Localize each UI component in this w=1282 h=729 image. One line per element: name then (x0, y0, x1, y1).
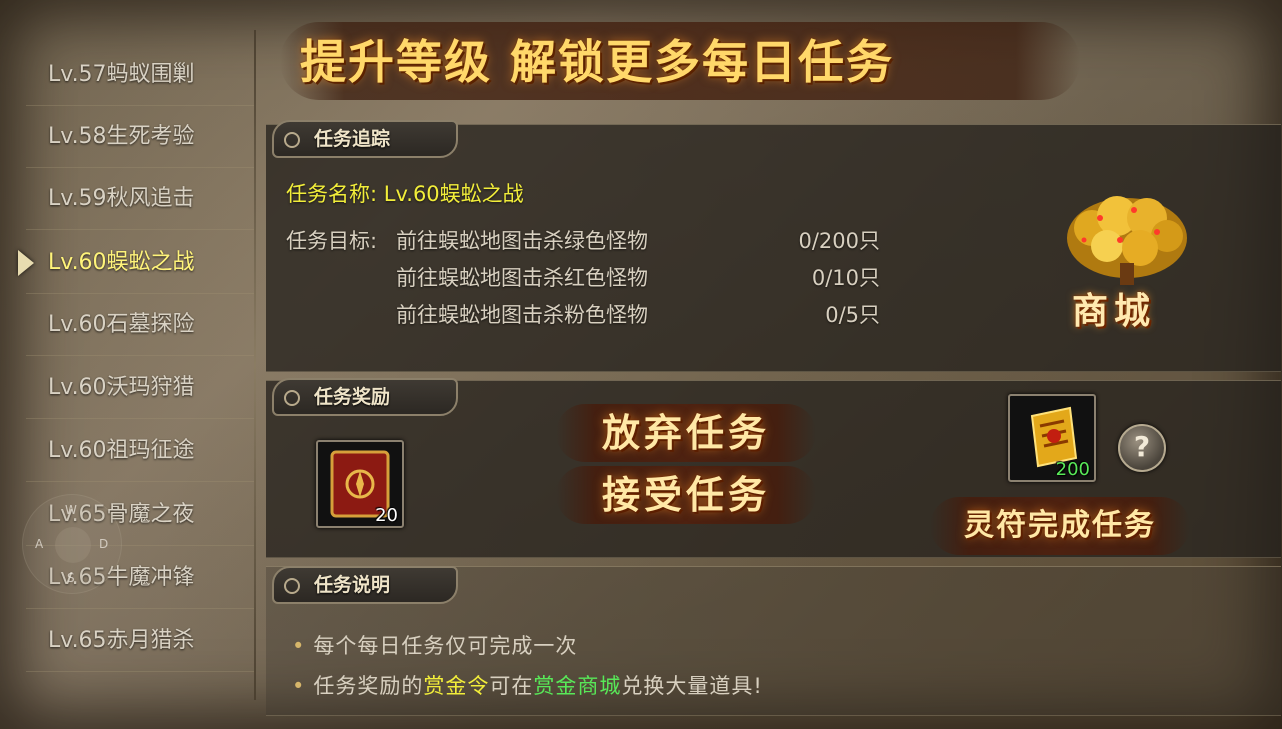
selected-arrow-icon (18, 250, 34, 276)
joystick-key-left: A (35, 537, 44, 551)
gold-tree-icon[interactable] (1062, 188, 1192, 288)
task-list-item[interactable]: Lv.58生死考验 (26, 106, 254, 168)
task-list-item[interactable]: Lv.59秋风追击 (26, 168, 254, 230)
tab-task-tracking: 任务追踪 (272, 120, 458, 158)
task-name-label: 任务名称: (286, 182, 384, 206)
bounty-shop-highlight: 赏金商城 (533, 674, 622, 698)
goal-count: 0/200只 (798, 229, 880, 253)
task-list-item[interactable]: Lv.57蚂蚁围剿 (26, 44, 254, 106)
talisman-count: 200 (1055, 459, 1090, 480)
shop-button-label[interactable]: 商城 (1072, 282, 1178, 334)
goal-count: 0/10只 (811, 266, 880, 290)
tab-task-description: 任务说明 (272, 566, 458, 604)
goal-text: 前往蜈蚣地图击杀粉色怪物 (396, 303, 648, 327)
task-list-item[interactable]: Lv.60沃玛狩猎 (26, 357, 254, 419)
description-text: 可在 (489, 674, 534, 698)
tab-label: 任务奖励 (314, 386, 391, 408)
task-goal-label: 任务目标: (286, 229, 378, 253)
task-list-item-active[interactable]: Lv.60蜈蚣之战 (18, 232, 254, 294)
reward-item-count: 20 (375, 505, 398, 526)
description-text: 每个每日任务仅可完成一次 (313, 634, 578, 658)
task-list-item-label: Lv.60蜈蚣之战 (48, 250, 195, 275)
joystick-key-right: D (99, 537, 109, 551)
joystick-key-up: W (65, 503, 77, 517)
task-list-item[interactable]: Lv.60祖玛征途 (26, 420, 254, 482)
goal-count: 0/5只 (825, 303, 880, 327)
task-list-item[interactable]: Lv.60石墓探险 (26, 294, 254, 356)
description-line: • 任务奖励的赏金令可在赏金商城兑换大量道具! (292, 670, 763, 700)
goal-text: 前往蜈蚣地图击杀红色怪物 (396, 266, 648, 290)
goal-text: 前往蜈蚣地图击杀绿色怪物 (396, 229, 648, 253)
abandon-task-button[interactable]: 放弃任务 (556, 404, 816, 462)
task-name-value: Lv.60蜈蚣之战 (383, 182, 524, 206)
description-line: • 每个每日任务仅可完成一次 (292, 630, 577, 660)
talisman-complete-button[interactable]: 灵符完成任务 (930, 497, 1190, 555)
joystick-key-down: S (67, 571, 75, 585)
help-button[interactable]: ? (1118, 424, 1166, 472)
task-name-row: 任务名称: Lv.60蜈蚣之战 (286, 178, 524, 208)
virtual-joystick[interactable]: W A D S (22, 494, 122, 594)
bounty-token-highlight: 赏金令 (423, 674, 490, 698)
tab-task-reward: 任务奖励 (272, 378, 458, 416)
bullet-icon: • (292, 634, 306, 658)
page-title: 提升等级 解锁更多每日任务 (300, 35, 895, 89)
joystick-knob[interactable] (55, 527, 91, 563)
talisman-slot[interactable]: 200 (1008, 394, 1096, 482)
task-list-item[interactable]: Lv.65赤月猎杀 (26, 610, 254, 672)
accept-task-button[interactable]: 接受任务 (556, 466, 816, 524)
sidebar-divider (254, 30, 256, 700)
tab-label: 任务说明 (314, 574, 391, 596)
description-text: 任务奖励的 (313, 674, 424, 698)
reward-item-slot[interactable]: 20 (316, 440, 404, 528)
description-text: 兑换大量道具! (621, 674, 763, 698)
bullet-icon: • (292, 674, 306, 698)
tab-label: 任务追踪 (314, 128, 391, 150)
